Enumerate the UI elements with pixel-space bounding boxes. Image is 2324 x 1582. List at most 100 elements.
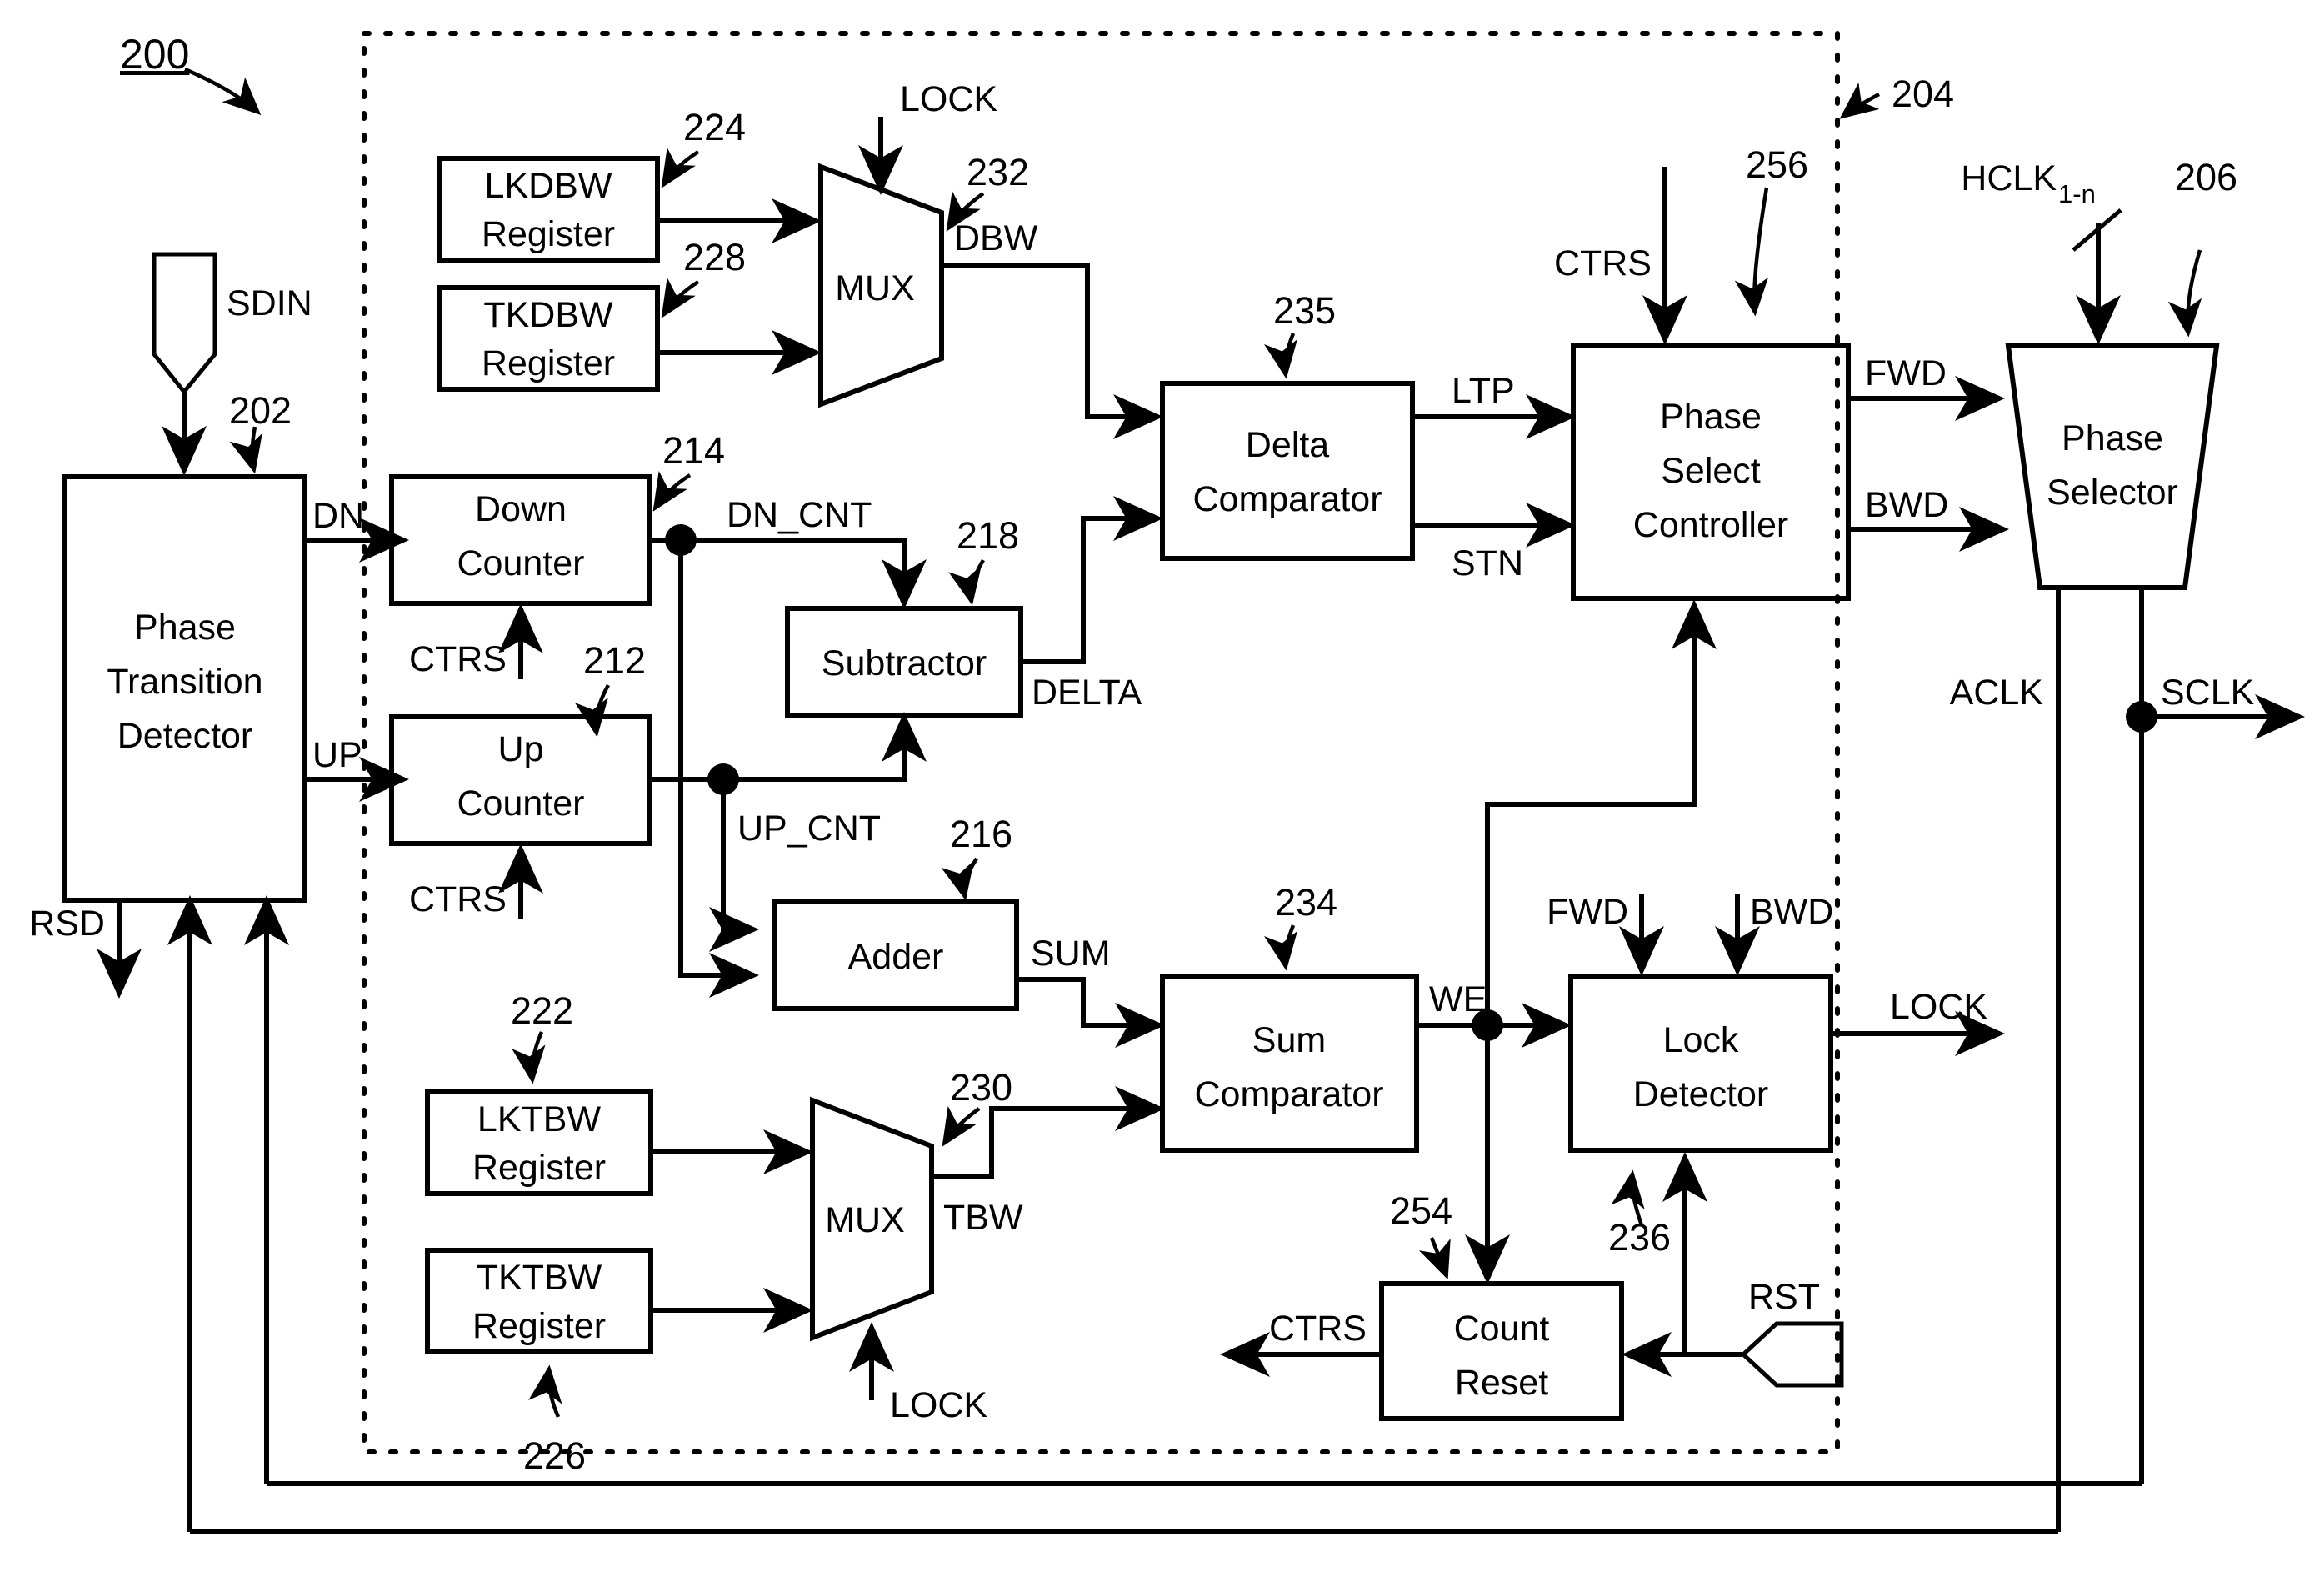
lkdbw-line2: Register xyxy=(482,214,615,254)
ltp-label: LTP xyxy=(1452,371,1515,411)
ref-235-leader xyxy=(1263,333,1298,379)
sum-comparator-block[interactable] xyxy=(1160,974,1419,1153)
delta-label: DELTA xyxy=(1032,673,1142,713)
sclk-label: SCLK xyxy=(2161,673,2255,713)
bwd-lockdet-label: BWD xyxy=(1750,892,1833,932)
ctrs-output-label: CTRS xyxy=(1269,1309,1367,1349)
block-diagram-svg: 200 204 SDIN 202 Phase Transition Detect… xyxy=(29,31,2305,1534)
we-label: WE xyxy=(1429,979,1487,1019)
ref-235-label: 235 xyxy=(1273,289,1336,332)
up-counter-line1: Up xyxy=(498,729,544,769)
ref-230-leader xyxy=(942,1105,981,1147)
tbw-label: TBW xyxy=(943,1198,1023,1238)
mux-dbw-label: MUX xyxy=(835,268,915,308)
ref-206-label: 206 xyxy=(2175,156,2237,198)
sum-comparator-line2: Comparator xyxy=(1194,1074,1383,1114)
ref-212-leader xyxy=(574,683,610,738)
count-reset-line1: Count xyxy=(1454,1309,1550,1349)
lock-mux-dbw-label: LOCK xyxy=(900,79,997,119)
dn-cnt-to-adder-wire xyxy=(678,540,759,998)
ref-228-label: 228 xyxy=(683,236,746,278)
lktbw-line2: Register xyxy=(472,1148,606,1188)
ref-202-leader xyxy=(229,426,262,474)
mux-tbw-label: MUX xyxy=(825,1200,905,1240)
down-counter-line1: Down xyxy=(475,489,567,529)
ref-234-label: 234 xyxy=(1275,881,1337,924)
ref-228-leader xyxy=(661,277,700,318)
ptd-line2: Transition xyxy=(107,662,262,702)
fwd-label: FWD xyxy=(1865,353,1947,393)
up-cnt-label: UP_CNT xyxy=(737,809,881,849)
ref-222-label: 222 xyxy=(511,989,573,1032)
dn-label: DN xyxy=(312,496,364,536)
adder-label: Adder xyxy=(848,937,944,977)
ref-204-label: 204 xyxy=(1892,73,1954,115)
ref-224-label: 224 xyxy=(683,106,746,148)
delta-wire xyxy=(1021,496,1163,664)
ref-216-label: 216 xyxy=(950,813,1012,855)
rst-label: RST xyxy=(1748,1277,1820,1317)
count-reset-line2: Reset xyxy=(1455,1363,1548,1403)
patent-figure-canvas: 200 204 SDIN 202 Phase Transition Detect… xyxy=(0,0,2324,1582)
ref-234-leader xyxy=(1263,924,1298,971)
hclk-label: HCLK xyxy=(1961,158,2057,198)
ref-254-leader xyxy=(1418,1237,1451,1280)
up-cnt-to-subtractor-wire xyxy=(723,712,927,782)
ref-256-label: 256 xyxy=(1746,143,1808,186)
fwd-lockdet-label: FWD xyxy=(1547,892,1628,932)
lock-detector-block[interactable] xyxy=(1568,974,1833,1153)
ctrs-down-label: CTRS xyxy=(409,639,507,679)
up-label: UP xyxy=(312,735,362,775)
we-feedback-into-psc-wire xyxy=(1485,599,1717,1025)
ref-202-label: 202 xyxy=(229,389,292,432)
ptd-line3: Detector xyxy=(117,716,253,756)
ref-206-leader xyxy=(2167,249,2202,338)
fig-200-leader xyxy=(184,67,262,116)
psc-line2: Select xyxy=(1661,451,1761,491)
hclk-subscript: 1-n xyxy=(2058,179,2096,208)
rst-input-pennant xyxy=(1740,1321,1844,1388)
delta-comparator-line1: Delta xyxy=(1246,425,1329,465)
tktbw-line1: TKTBW xyxy=(477,1258,602,1298)
tkdbw-line2: Register xyxy=(482,343,615,383)
tkdbw-line1: TKDBW xyxy=(483,295,613,335)
ref-212-label: 212 xyxy=(583,639,646,682)
ctrs-up-label: CTRS xyxy=(409,879,507,919)
lock-mux-tbw-label: LOCK xyxy=(890,1385,987,1425)
up-cnt-to-adder-wire xyxy=(709,779,759,952)
ref-214-leader xyxy=(652,470,692,512)
phase-selector-block[interactable] xyxy=(2005,343,2220,590)
ref-254-label: 254 xyxy=(1390,1189,1452,1232)
figure-number: 200 xyxy=(120,31,189,78)
psc-line3: Controller xyxy=(1633,505,1788,545)
psc-line1: Phase xyxy=(1660,397,1762,437)
ref-218-leader xyxy=(948,558,985,606)
stn-label: STN xyxy=(1452,543,1523,583)
ref-236-label: 236 xyxy=(1608,1216,1671,1259)
delta-comparator-block[interactable] xyxy=(1160,381,1415,561)
up-counter-line2: Counter xyxy=(457,783,585,824)
dbw-wire xyxy=(942,263,1163,439)
down-counter-line2: Counter xyxy=(457,543,585,583)
sdin-input-pennant xyxy=(152,252,217,395)
subtractor-label: Subtractor xyxy=(822,643,987,683)
delta-comparator-line2: Comparator xyxy=(1192,479,1382,519)
ref-216-leader xyxy=(941,857,978,901)
aclk-label: ACLK xyxy=(1950,673,2044,713)
ptd-line1: Phase xyxy=(134,608,236,648)
ref-204-leader xyxy=(1839,83,1881,119)
ref-222-leader xyxy=(512,1031,546,1084)
bwd-label: BWD xyxy=(1865,485,1948,525)
dn-cnt-to-subtractor-wire xyxy=(681,538,927,609)
phase-selector-line2: Selector xyxy=(2047,473,2178,513)
dn-cnt-label: DN_CNT xyxy=(727,495,872,535)
rsd-label: RSD xyxy=(29,904,105,944)
ref-256-leader xyxy=(1734,187,1769,317)
dbw-label: DBW xyxy=(954,218,1038,258)
sum-label: SUM xyxy=(1031,934,1111,974)
sum-comparator-line1: Sum xyxy=(1252,1020,1326,1060)
lock-detector-line2: Detector xyxy=(1633,1074,1769,1114)
lock-output-label: LOCK xyxy=(1890,987,1987,1027)
ref-218-label: 218 xyxy=(957,514,1019,557)
lktbw-line1: LKTBW xyxy=(477,1099,602,1139)
